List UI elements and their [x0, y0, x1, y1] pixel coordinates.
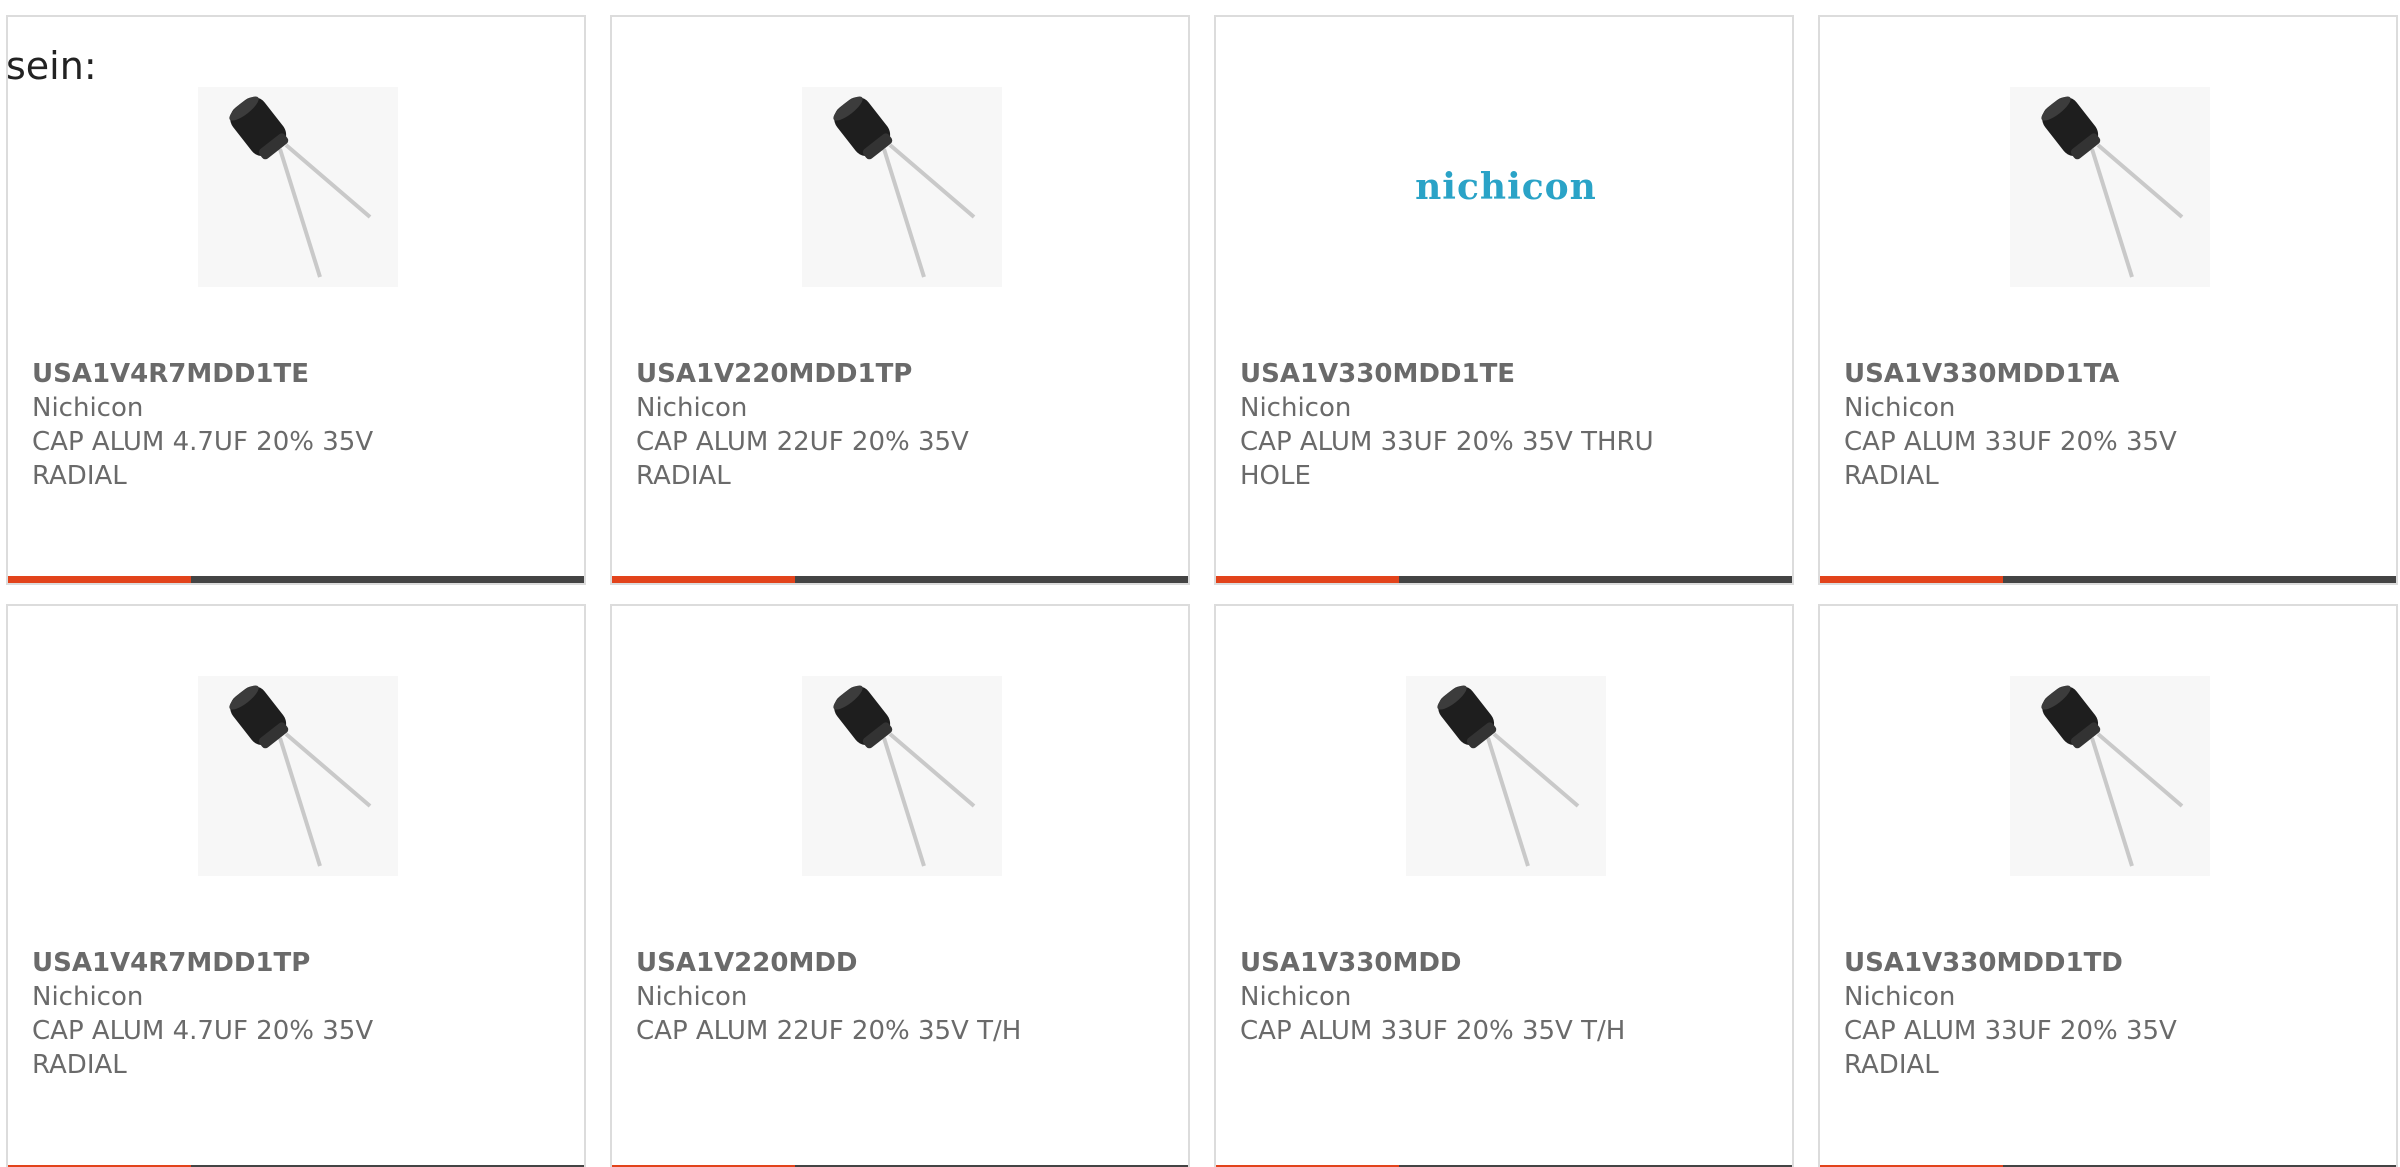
capacitor-image — [198, 87, 398, 287]
page: sein: USA1V4R7MDD1TE Nichicon CAP ALUM 4… — [0, 0, 2400, 1167]
product-info: USA1V220MDD1TP Nichicon CAP ALUM 22UF 20… — [636, 357, 1056, 493]
capacitor-icon — [2041, 96, 2184, 278]
description-line-1: CAP ALUM 33UF 20% 35V THRU — [1240, 427, 1654, 457]
description-line-2: RADIAL — [1844, 461, 1939, 491]
product-card[interactable]: USA1V330MDD1TA Nichicon CAP ALUM 33UF 20… — [1818, 15, 2398, 585]
description-line-2: RADIAL — [32, 1050, 127, 1080]
product-info: USA1V330MDD1TA Nichicon CAP ALUM 33UF 20… — [1844, 357, 2264, 493]
capacitor-image — [198, 676, 398, 876]
logo-text: nichicon — [1415, 166, 1597, 208]
capacitor-image — [2010, 676, 2210, 876]
manufacturer: Nichicon — [32, 393, 144, 423]
manufacturer: Nichicon — [1844, 982, 1956, 1012]
description-line-1: CAP ALUM 33UF 20% 35V — [1844, 427, 2177, 457]
capacitor-icon — [229, 96, 372, 278]
card-bottom-bar — [8, 576, 584, 583]
card-bottom-bar — [1820, 576, 2396, 583]
leading-text: sein: — [6, 44, 97, 88]
capacitor-image — [2010, 87, 2210, 287]
description-line-1: CAP ALUM 4.7UF 20% 35V — [32, 427, 374, 457]
product-info: USA1V330MDD Nichicon CAP ALUM 33UF 20% 3… — [1240, 946, 1660, 1048]
product-info: USA1V4R7MDD1TE Nichicon CAP ALUM 4.7UF 2… — [32, 357, 452, 493]
capacitor-icon — [833, 96, 976, 278]
capacitor-icon — [229, 685, 372, 867]
description-line-2: RADIAL — [1844, 1050, 1939, 1080]
description-line-1: CAP ALUM 4.7UF 20% 35V — [32, 1016, 374, 1046]
product-card[interactable]: nichicon USA1V330MDD1TE Nichicon CAP ALU… — [1214, 15, 1794, 585]
description-line-1: CAP ALUM 33UF 20% 35V — [1844, 1016, 2177, 1046]
description-line-1: CAP ALUM 22UF 20% 35V — [636, 427, 969, 457]
product-card[interactable]: USA1V4R7MDD1TP Nichicon CAP ALUM 4.7UF 2… — [6, 604, 586, 1167]
product-grid: USA1V4R7MDD1TE Nichicon CAP ALUM 4.7UF 2… — [6, 15, 2398, 1167]
manufacturer: Nichicon — [1240, 393, 1352, 423]
product-info: USA1V220MDD Nichicon CAP ALUM 22UF 20% 3… — [636, 946, 1056, 1048]
capacitor-image — [802, 676, 1002, 876]
part-number[interactable]: USA1V4R7MDD1TP — [32, 946, 452, 980]
description-line-2: HOLE — [1240, 461, 1311, 491]
part-number[interactable]: USA1V330MDD — [1240, 946, 1660, 980]
capacitor-image — [1406, 676, 1606, 876]
part-number[interactable]: USA1V330MDD1TE — [1240, 357, 1660, 391]
part-number[interactable]: USA1V220MDD1TP — [636, 357, 1056, 391]
description-line-2: RADIAL — [32, 461, 127, 491]
product-card[interactable]: USA1V4R7MDD1TE Nichicon CAP ALUM 4.7UF 2… — [6, 15, 586, 585]
product-info: USA1V330MDD1TD Nichicon CAP ALUM 33UF 20… — [1844, 946, 2264, 1082]
part-number[interactable]: USA1V330MDD1TA — [1844, 357, 2264, 391]
card-bar-accent — [1216, 576, 1399, 583]
description-line-1: CAP ALUM 22UF 20% 35V T/H — [636, 1016, 1022, 1046]
product-card[interactable]: USA1V220MDD1TP Nichicon CAP ALUM 22UF 20… — [610, 15, 1190, 585]
nichicon-logo: nichicon — [1406, 87, 1606, 287]
description-line-1: CAP ALUM 33UF 20% 35V T/H — [1240, 1016, 1626, 1046]
product-info: USA1V330MDD1TE Nichicon CAP ALUM 33UF 20… — [1240, 357, 1660, 493]
manufacturer: Nichicon — [636, 982, 748, 1012]
product-info: USA1V4R7MDD1TP Nichicon CAP ALUM 4.7UF 2… — [32, 946, 452, 1082]
description-line-2: RADIAL — [636, 461, 731, 491]
capacitor-icon — [833, 685, 976, 867]
product-card[interactable]: USA1V330MDD1TD Nichicon CAP ALUM 33UF 20… — [1818, 604, 2398, 1167]
manufacturer: Nichicon — [32, 982, 144, 1012]
card-bar-accent — [8, 576, 191, 583]
card-bottom-bar — [1216, 576, 1792, 583]
capacitor-image — [802, 87, 1002, 287]
manufacturer: Nichicon — [636, 393, 748, 423]
card-bottom-bar — [612, 576, 1188, 583]
manufacturer: Nichicon — [1240, 982, 1352, 1012]
part-number[interactable]: USA1V4R7MDD1TE — [32, 357, 452, 391]
card-bar-accent — [612, 576, 795, 583]
capacitor-icon — [1437, 685, 1580, 867]
card-bar-accent — [1820, 576, 2003, 583]
product-card[interactable]: USA1V330MDD Nichicon CAP ALUM 33UF 20% 3… — [1214, 604, 1794, 1167]
part-number[interactable]: USA1V220MDD — [636, 946, 1056, 980]
manufacturer: Nichicon — [1844, 393, 1956, 423]
part-number[interactable]: USA1V330MDD1TD — [1844, 946, 2264, 980]
capacitor-icon — [2041, 685, 2184, 867]
product-card[interactable]: USA1V220MDD Nichicon CAP ALUM 22UF 20% 3… — [610, 604, 1190, 1167]
